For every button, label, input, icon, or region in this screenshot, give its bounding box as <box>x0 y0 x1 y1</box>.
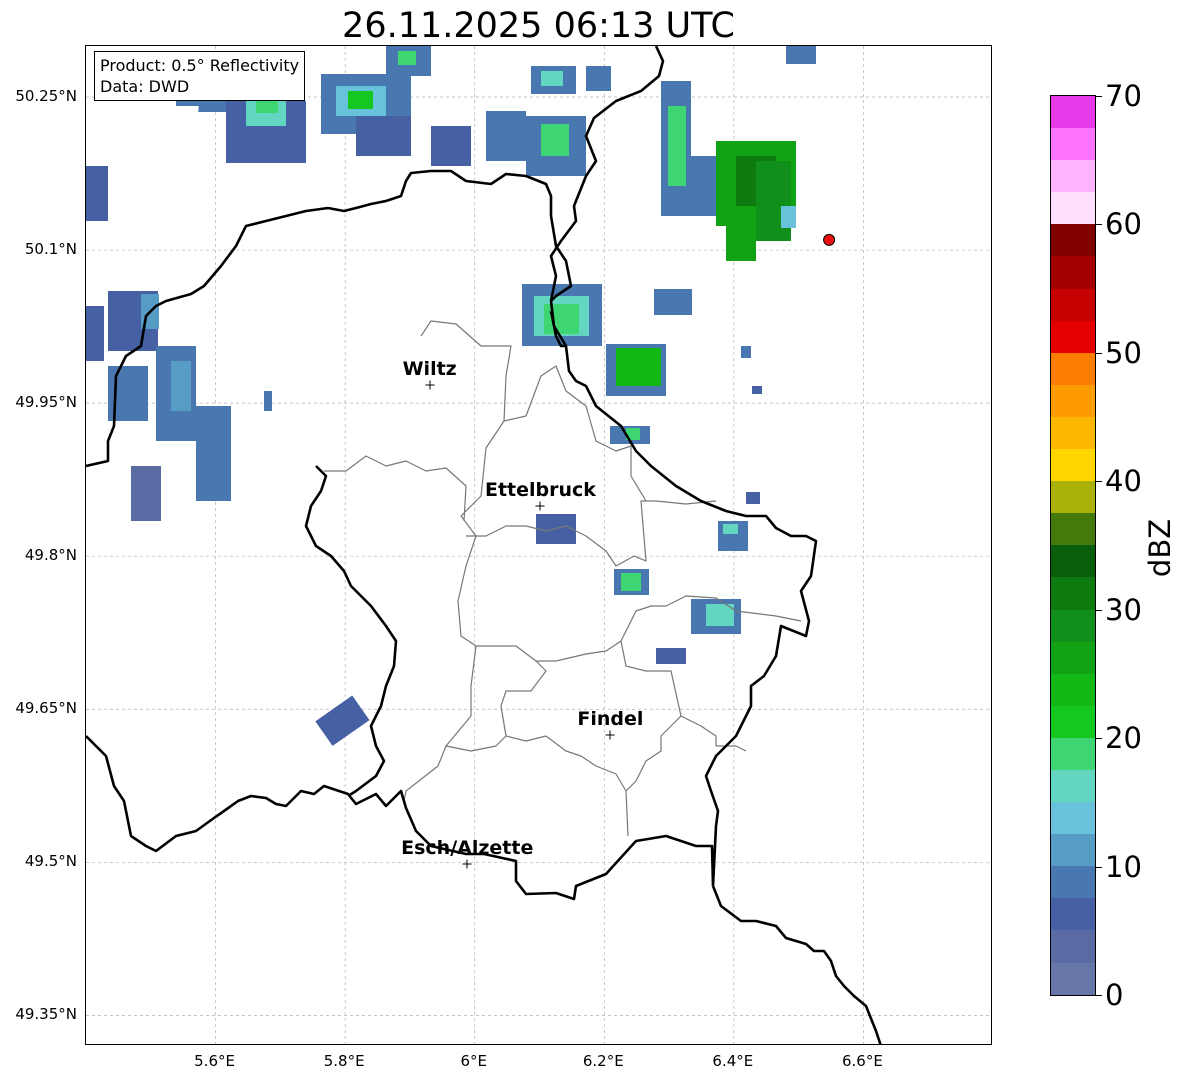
colorbar-tick-label: 60 <box>1105 207 1142 242</box>
radar-echoes <box>86 46 816 746</box>
colorbar-swatch <box>1051 128 1095 161</box>
colorbar-swatch <box>1051 545 1095 578</box>
lat-tick-label: 49.8°N <box>24 546 77 565</box>
lat-tick-label: 50.25°N <box>15 87 77 106</box>
echo-cluster-northeast <box>661 81 796 261</box>
colorbar-swatch <box>1051 737 1095 770</box>
colorbar-swatch <box>1051 834 1095 867</box>
lat-tick-label: 49.5°N <box>24 852 77 871</box>
colorbar-swatch <box>1051 256 1095 289</box>
lat-tick-label: 49.65°N <box>15 699 77 718</box>
echo-cluster-southeast <box>536 492 760 664</box>
city-label: Wiltz <box>402 357 457 380</box>
lat-tick-label: 50.1°N <box>24 240 77 259</box>
gridlines <box>86 46 991 1044</box>
colorbar-tick <box>1096 481 1102 483</box>
colorbar-swatch <box>1051 769 1095 803</box>
colorbar-tick <box>1096 352 1102 354</box>
city-marker <box>535 501 545 511</box>
colorbar-swatch <box>1051 962 1095 995</box>
colorbar-swatch <box>1051 416 1095 450</box>
colorbar-swatch <box>1051 320 1095 353</box>
colorbar-tick <box>1096 738 1102 740</box>
colorbar-swatch <box>1051 224 1095 257</box>
colorbar-tick-label: 10 <box>1105 849 1142 884</box>
colorbar-swatch <box>1051 449 1095 482</box>
colorbar-swatch <box>1051 930 1095 963</box>
lon-tick-label: 6.6°E <box>842 1052 883 1070</box>
city-marker <box>425 380 435 390</box>
echo-cluster-southwest <box>315 695 370 746</box>
colorbar-unit-label: dBZ <box>1143 518 1177 578</box>
canton-boundaries <box>324 320 802 837</box>
city-label: Esch/Alzette <box>401 837 534 860</box>
colorbar <box>1050 95 1096 996</box>
colorbar-tick-label: 50 <box>1105 335 1142 370</box>
lat-tick-label: 49.95°N <box>15 393 77 412</box>
colorbar-tick-label: 30 <box>1105 592 1142 627</box>
colorbar-tick <box>1096 224 1102 226</box>
lon-tick-label: 6.4°E <box>712 1052 754 1070</box>
city-label: Ettelbruck <box>484 479 596 502</box>
colorbar-tick-label: 20 <box>1105 721 1142 756</box>
colorbar-tick <box>1096 609 1102 611</box>
colorbar-tick <box>1096 995 1102 996</box>
data-source-label: Data: DWD <box>100 77 190 96</box>
colorbar-swatch <box>1051 352 1095 385</box>
colorbar-swatch <box>1051 96 1095 129</box>
colorbar-swatch <box>1051 192 1095 225</box>
lon-tick-label: 5.8°E <box>323 1052 365 1070</box>
product-info-box: Product: 0.5° Reflectivity Data: DWD <box>94 51 306 101</box>
map-area[interactable] <box>85 45 992 1045</box>
colorbar-swatch <box>1051 513 1095 546</box>
colorbar-tick-label: 40 <box>1105 464 1142 499</box>
colorbar-tick <box>1096 96 1102 97</box>
map-title: 26.11.2025 06:13 UTC <box>342 6 735 46</box>
colorbar-swatch <box>1051 898 1095 931</box>
colorbar-swatch <box>1051 577 1095 610</box>
colorbar-swatch <box>1051 288 1095 321</box>
colorbar-tick-label: 70 <box>1105 79 1142 113</box>
radar-map <box>86 46 991 1044</box>
colorbar-swatch <box>1051 641 1095 674</box>
colorbar-swatch <box>1051 705 1095 738</box>
city-label: Findel <box>577 707 644 730</box>
echo-cluster-center-north <box>522 284 762 444</box>
city-marker <box>605 730 615 740</box>
colorbar-swatch <box>1051 802 1095 835</box>
lon-tick-label: 6.2°E <box>582 1052 624 1070</box>
radar-site-marker <box>823 233 836 246</box>
colorbar-swatch <box>1051 866 1095 899</box>
colorbar-tick <box>1096 866 1102 868</box>
colorbar-swatch <box>1051 481 1095 514</box>
colorbar-swatch <box>1051 609 1095 642</box>
product-label: Product: 0.5° Reflectivity <box>100 56 300 75</box>
lon-tick-label: 5.6°E <box>194 1052 235 1070</box>
lon-tick-label: 6°E <box>460 1052 487 1070</box>
colorbar-tick-label: 0 <box>1105 978 1124 1012</box>
lat-tick-label: 49.35°N <box>15 1005 77 1024</box>
colorbar-swatch <box>1051 160 1095 193</box>
colorbar-swatch <box>1051 384 1095 417</box>
colorbar-swatch <box>1051 673 1095 706</box>
city-marker <box>462 859 472 869</box>
